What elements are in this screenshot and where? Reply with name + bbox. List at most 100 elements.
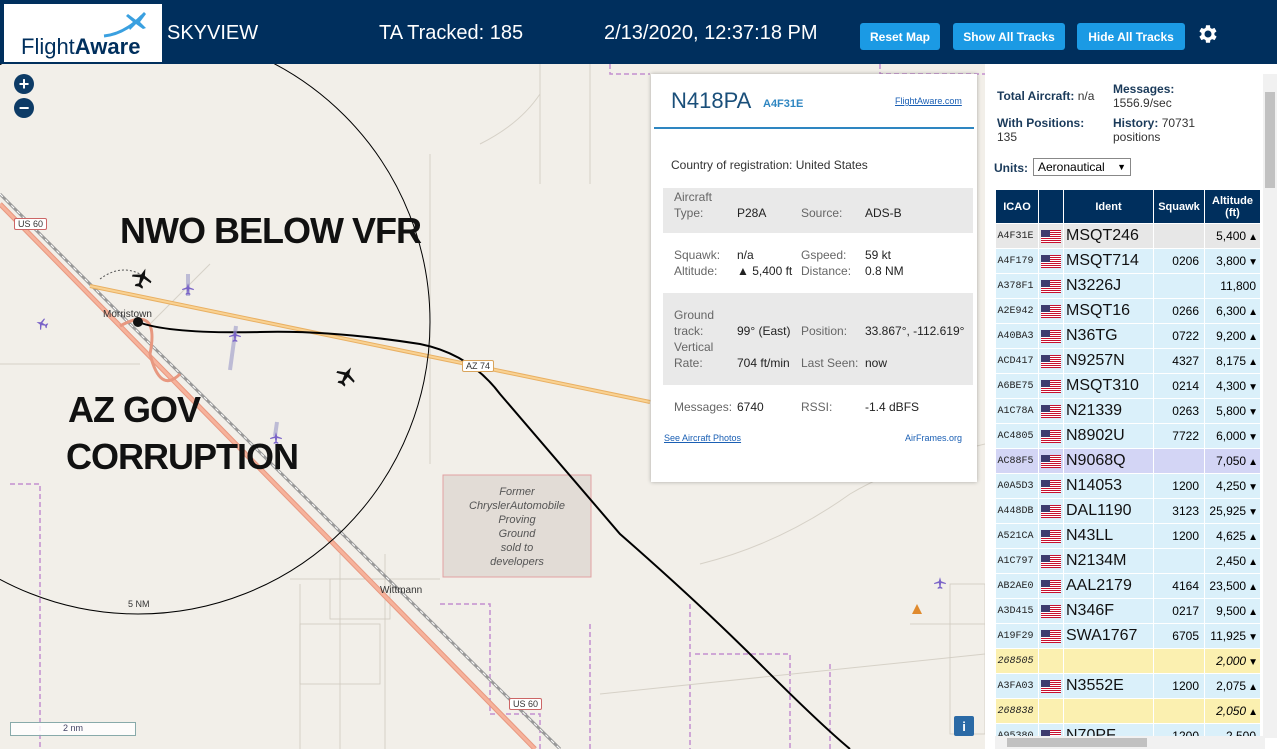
airframes-link[interactable]: AirFrames.org <box>905 433 962 443</box>
table-row[interactable]: A0A5D3 N14053 1200 4,250 ▼ <box>995 473 1261 499</box>
vertical-scrollbar[interactable] <box>1263 74 1277 738</box>
vertical-rate-value: 704 ft/min <box>737 356 790 370</box>
aircraft-marker-icon[interactable] <box>334 362 358 390</box>
trend-up-icon: ▲ <box>1248 707 1258 718</box>
skyview-app: FlightAware SKYVIEW TA Tracked: 185 2/13… <box>0 0 1277 749</box>
logo-text-aware: Aware <box>74 34 141 59</box>
units-select[interactable]: Aeronautical ▼ <box>1033 158 1131 176</box>
table-row[interactable]: A1C78A N21339 0263 5,800 ▼ <box>995 398 1261 424</box>
table-row[interactable]: A378F1 N3226J 11,800 <box>995 273 1261 299</box>
col-header-flag[interactable] <box>1038 189 1064 224</box>
messages-block: Messages: 6740 RSSI: -1.4 dBFS <box>663 392 973 422</box>
aircraft-marker-icon[interactable] <box>130 264 154 292</box>
flightaware-logo[interactable]: FlightAware <box>4 4 162 62</box>
table-row[interactable]: A2E942 MSQT16 0266 6,300 ▲ <box>995 298 1261 324</box>
altitude-cell: 11,925 ▼ <box>1204 623 1261 649</box>
former-label-line: Proving <box>498 514 536 526</box>
panel-divider <box>654 127 974 129</box>
zoom-in-button[interactable]: + <box>14 74 34 94</box>
selected-icao: A4F31E <box>763 98 804 110</box>
map-scale-bar: 2 nm <box>10 722 136 736</box>
squawk-cell: 0214 <box>1153 373 1205 399</box>
trend-up-icon: ▲ <box>1248 582 1258 593</box>
altitude-value: 4,625 <box>1216 529 1247 543</box>
ident-cell: N3226J <box>1063 273 1154 299</box>
table-row[interactable]: AC4805 N8902U 7722 6,000 ▼ <box>995 423 1261 449</box>
icao-cell: A3FA03 <box>995 673 1039 699</box>
table-row[interactable]: AB2AE0 AAL2179 4164 23,500 ▲ <box>995 573 1261 599</box>
icao-cell: A6BE75 <box>995 373 1039 399</box>
col-header-altitude[interactable]: Altitude (ft) <box>1204 189 1261 224</box>
table-row[interactable]: A1C797 N2134M 2,450 ▲ <box>995 548 1261 574</box>
icao-cell: A4F31E <box>995 223 1039 249</box>
col-header-ident[interactable]: Ident <box>1063 189 1154 224</box>
aircraft-marker-icon[interactable] <box>228 329 242 343</box>
table-row[interactable]: ACD417 N9257N 4327 8,175 ▲ <box>995 348 1261 374</box>
aircraft-marker-icon[interactable] <box>912 604 922 614</box>
trend-down-icon: ▼ <box>1248 432 1258 443</box>
altitude-cell: 4,625 ▲ <box>1204 523 1261 549</box>
ident-cell: N3552E <box>1063 673 1154 699</box>
units-label-text: Units: <box>994 161 1028 175</box>
country-flag-icon <box>1038 248 1064 274</box>
icao-cell: A448DB <box>995 498 1039 524</box>
table-row[interactable]: AC88F5 N9068Q 7,050 ▲ <box>995 448 1261 474</box>
aircraft-table: ICAO Ident Squawk Altitude (ft) A4F31E MS… <box>995 189 1261 749</box>
country-flag-icon <box>1038 473 1064 499</box>
trend-up-icon: ▲ <box>1248 332 1258 343</box>
altitude-cell: 3,800 ▼ <box>1204 248 1261 274</box>
table-row[interactable]: A4F31E MSQT246 5,400 ▲ <box>995 223 1261 249</box>
aircraft-marker-icon[interactable] <box>181 282 195 296</box>
altitude-value: 6,300 <box>1216 304 1247 318</box>
country-flag-icon <box>1038 348 1064 374</box>
positions-stat: With Positions: 135 <box>997 116 1084 144</box>
gear-icon[interactable] <box>1195 22 1219 46</box>
table-row[interactable]: A448DB DAL1190 3123 25,925 ▼ <box>995 498 1261 524</box>
icao-cell: A1C797 <box>995 548 1039 574</box>
trend-up-icon: ▲ <box>1248 307 1258 318</box>
country-flag-icon <box>1038 273 1064 299</box>
last-seen-value: now <box>865 356 888 370</box>
table-row[interactable]: A40BA3 N36TG 0722 9,200 ▲ <box>995 323 1261 349</box>
map-info-button[interactable]: i <box>954 716 974 736</box>
aircraft-marker-icon[interactable] <box>933 576 947 590</box>
altitude-cell: 23,500 ▲ <box>1204 573 1261 599</box>
country-flag-icon <box>1038 323 1064 349</box>
aircraft-photos-link[interactable]: See Aircraft Photos <box>664 433 741 443</box>
ident-cell: N9068Q <box>1063 448 1154 474</box>
icao-cell: ACD417 <box>995 348 1039 374</box>
ident-cell: N43LL <box>1063 523 1154 549</box>
flightaware-link[interactable]: FlightAware.com <box>895 96 962 106</box>
aircraft-marker-icon[interactable] <box>34 317 50 331</box>
col-header-squawk[interactable]: Squawk <box>1153 189 1205 224</box>
hide-all-tracks-button[interactable]: Hide All Tracks <box>1077 23 1185 50</box>
messages-label: Messages: <box>674 400 733 414</box>
reset-map-button[interactable]: Reset Map <box>860 23 940 50</box>
altitude-value: 9,500 <box>1216 604 1247 618</box>
squawk-label: Squawk: <box>674 248 721 262</box>
icao-cell: A2E942 <box>995 298 1039 324</box>
road-shield-az74: AZ 74 <box>462 360 495 372</box>
icao-cell: A378F1 <box>995 273 1039 299</box>
show-all-tracks-button[interactable]: Show All Tracks <box>953 23 1065 50</box>
scrollbar-thumb[interactable] <box>1265 92 1275 188</box>
altitude-cell: 4,300 ▼ <box>1204 373 1261 399</box>
altitude-value: 11,925 <box>1210 629 1247 643</box>
table-row[interactable]: A6BE75 MSQT310 0214 4,300 ▼ <box>995 373 1261 399</box>
icao-cell: A521CA <box>995 523 1039 549</box>
positions-value: 135 <box>997 130 1018 144</box>
table-row[interactable]: A521CA N43LL 1200 4,625 ▲ <box>995 523 1261 549</box>
country-flag-icon <box>1038 373 1064 399</box>
table-row[interactable]: 268838 2,050 ▲ <box>995 698 1261 724</box>
table-row[interactable]: A3FA03 N3552E 1200 2,075 ▲ <box>995 673 1261 699</box>
table-row[interactable]: A19F29 SWA1767 6705 11,925 ▼ <box>995 623 1261 649</box>
table-row[interactable]: 268505 2,000 ▼ <box>995 648 1261 674</box>
col-header-icao[interactable]: ICAO <box>995 189 1039 224</box>
horizontal-scrollbar[interactable] <box>995 736 1265 749</box>
scrollbar-thumb[interactable] <box>1007 738 1147 747</box>
table-row[interactable]: A4F179 MSQT714 0206 3,800 ▼ <box>995 248 1261 274</box>
squawk-cell: 7722 <box>1153 423 1205 449</box>
altitude-value: 5,800 <box>1216 404 1247 418</box>
table-row[interactable]: A3D415 N346F 0217 9,500 ▲ <box>995 598 1261 624</box>
zoom-out-button[interactable]: − <box>14 98 34 118</box>
